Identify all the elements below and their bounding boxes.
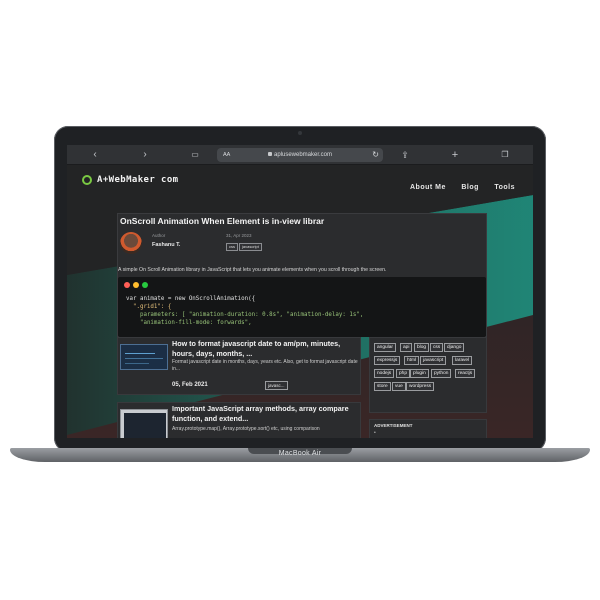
tag-css[interactable]: css [226, 243, 238, 251]
tag-wordpress[interactable]: wordpress [406, 382, 435, 391]
plus-icon[interactable]: + [447, 148, 463, 162]
post-excerpt: Array.prototype.map(), Array.prototype.s… [172, 426, 320, 432]
advertisement-widget: ADVERTISEMENT • • • [369, 419, 487, 438]
code-line: ".grid1": { [126, 304, 172, 310]
post-tag[interactable]: javasc... [265, 381, 288, 390]
tag-css[interactable]: css [430, 343, 444, 352]
address-bar[interactable]: AA aplusewebmaker.com ↻ [217, 148, 383, 162]
author-name[interactable]: Fashanu T. [152, 242, 180, 248]
tags-widget: angular api blog css django expressjs ht… [369, 337, 487, 413]
device-label: MacBook Air [278, 450, 322, 457]
lock-icon [267, 152, 272, 157]
chevron-right-icon[interactable]: › [137, 148, 153, 162]
article-title[interactable]: OnScroll Animation When Element is in-vi… [120, 216, 324, 226]
ad-bullet: • [374, 430, 376, 436]
close-dot-icon [124, 282, 130, 288]
nav-about-me[interactable]: About Me [410, 184, 446, 191]
tag-expressjs[interactable]: expressjs [374, 356, 401, 365]
post-thumbnail[interactable] [120, 344, 168, 370]
tag-nodejs[interactable]: nodejs [374, 369, 395, 378]
tag-store[interactable]: store [374, 382, 391, 391]
post-title[interactable]: Important JavaScript array methods, arra… [172, 404, 360, 423]
tag-plugin[interactable]: plugin [410, 369, 429, 378]
post-date: 05, Feb 2021 [172, 382, 208, 388]
chevron-left-icon[interactable]: ‹ [87, 148, 103, 162]
author-label: Author [152, 233, 166, 238]
share-icon[interactable]: ⇪ [397, 148, 413, 162]
advertisement-title: ADVERTISEMENT [374, 423, 413, 428]
thumbnail-line [125, 353, 155, 354]
tag-vue[interactable]: vue [392, 382, 406, 391]
post-card[interactable]: How to format javascript date to am/pm, … [117, 337, 361, 395]
browser-toolbar: ‹ › ▭ AA aplusewebmaker.com ↻ ⇪ + ❐ [67, 145, 533, 165]
maximize-dot-icon [142, 282, 148, 288]
website: A+WebMaker com About Me Blog Tools OnScr… [67, 165, 533, 438]
tag-django[interactable]: django [444, 343, 465, 352]
thumbnail-line [125, 363, 149, 364]
code-line: var animate = new OnScrollAnimation({ [126, 296, 256, 302]
code-line: "animation-fill-mode: forwards", [126, 320, 252, 326]
tag-angular[interactable]: angular [374, 343, 397, 352]
tag-laravel[interactable]: laravel [452, 356, 473, 365]
tag-api[interactable]: api [400, 343, 413, 352]
nav-blog[interactable]: Blog [461, 184, 479, 191]
minimize-dot-icon [133, 282, 139, 288]
tag-blog[interactable]: blog [414, 343, 430, 352]
author-avatar [120, 232, 142, 254]
book-icon[interactable]: ▭ [187, 148, 203, 162]
tag-php[interactable]: php [396, 369, 411, 378]
tag-javascript[interactable]: javascript [239, 243, 262, 251]
url-text: aplusewebmaker.com [217, 148, 383, 162]
screen: ‹ › ▭ AA aplusewebmaker.com ↻ ⇪ + ❐ A+We… [67, 145, 533, 438]
ad-bullet: • [374, 437, 376, 438]
site-nav: A+WebMaker com About Me Blog Tools [67, 165, 533, 195]
nav-links: About Me Blog Tools [399, 176, 515, 194]
post-card[interactable]: Important JavaScript array methods, arra… [117, 402, 361, 438]
code-block: var animate = new OnScrollAnimation({ ".… [118, 277, 486, 337]
post-title[interactable]: How to format javascript date to am/pm, … [172, 339, 360, 358]
tag-javascript[interactable]: javascript [420, 356, 447, 365]
reload-icon[interactable]: ↻ [372, 148, 379, 162]
thumbnail-line [125, 358, 163, 359]
post-excerpt: Format javascript date in months, days, … [172, 359, 358, 372]
tag-html[interactable]: html [404, 356, 420, 365]
post-thumbnail[interactable] [120, 409, 168, 438]
thumbnail-screen [124, 413, 166, 438]
tag-python[interactable]: python [431, 369, 452, 378]
nav-tools[interactable]: Tools [494, 184, 515, 191]
featured-article[interactable]: OnScroll Animation When Element is in-vi… [117, 213, 487, 337]
camera [298, 131, 302, 135]
logo-icon[interactable] [82, 175, 92, 185]
article-description: A simple On Scroll Animation library in … [118, 267, 387, 273]
tabs-icon[interactable]: ❐ [497, 148, 513, 162]
site-logo[interactable]: A+WebMaker com [97, 175, 178, 185]
article-date: 31, Apr 2023 [226, 233, 252, 238]
code-line: parameters: [ "animation-duration: 0.8s"… [126, 312, 364, 318]
stage: ‹ › ▭ AA aplusewebmaker.com ↻ ⇪ + ❐ A+We… [0, 0, 600, 600]
tag-reactjs[interactable]: reactjs [455, 369, 476, 378]
